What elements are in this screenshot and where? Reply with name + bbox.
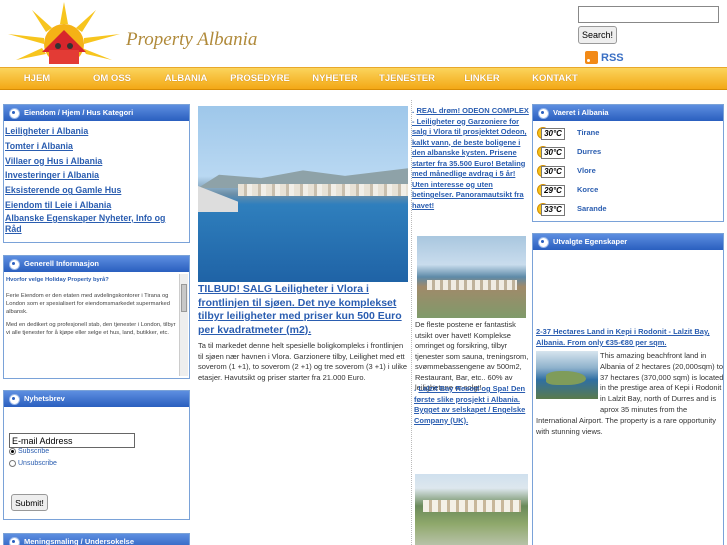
sun-icon: 33°C xyxy=(537,201,567,218)
survey-box: Meningsmaling / Undersokelse xyxy=(3,533,190,545)
news-link[interactable]: REAL drøm! ODEON COMPLEX - Leiligheter o… xyxy=(412,106,529,210)
email-field[interactable] xyxy=(9,433,135,448)
sun-icon: 29°C xyxy=(537,182,567,199)
general-info-content: Hvorfor velge Holiday Property byrå? Fer… xyxy=(4,273,178,377)
selected-properties-box: Utvalgte Egenskaper 2-37 Hectares Land i… xyxy=(532,233,724,545)
weather-city[interactable]: Vlore xyxy=(577,166,596,175)
info-scrollbar[interactable] xyxy=(179,274,188,376)
property-title-link[interactable]: 2-37 Hectares Land in Kepi i Rodonit - L… xyxy=(536,327,726,349)
nav-item-prosedyre[interactable]: PROSEDYRE xyxy=(224,68,296,89)
news-photo[interactable] xyxy=(417,236,526,318)
weather-temp: 30°C xyxy=(541,166,565,178)
selected-properties-title: Utvalgte Egenskaper xyxy=(533,234,723,250)
weather-city[interactable]: Korce xyxy=(577,185,598,194)
logo-text: Property Albania xyxy=(126,29,258,50)
nav-item-om-oss[interactable]: OM OSS xyxy=(84,68,140,89)
news-item: . Lalzit Bay Resort og Spa! Den første s… xyxy=(414,384,530,426)
category-link-villaer[interactable]: Villaer og Hus i Albania xyxy=(4,154,189,169)
category-link-leie[interactable]: Eiendom til Leie i Albania xyxy=(4,198,189,213)
news-photo[interactable] xyxy=(415,474,528,545)
nav-item-linker[interactable]: LINKER xyxy=(456,68,508,89)
featured-photo[interactable] xyxy=(198,106,408,282)
unsubscribe-label: Unsubscribe xyxy=(18,460,57,467)
news-link[interactable]: Lalzit Bay Resort og Spa! Den første sli… xyxy=(414,384,525,425)
category-link-eksisterende[interactable]: Eksisterende og Gamle Hus xyxy=(4,183,189,198)
category-link-nyheter[interactable]: Albanske Egenskaper Nyheter, Info og Råd xyxy=(4,213,184,235)
weather-row: 30°C Vlore xyxy=(533,162,723,181)
weather-row: 33°C Sarande xyxy=(533,200,723,219)
sun-house-logo-icon xyxy=(8,2,120,64)
rss-label: RSS xyxy=(601,51,624,64)
weather-temp: 33°C xyxy=(541,204,565,216)
unsubscribe-radio[interactable] xyxy=(9,460,16,467)
weather-row: 29°C Korce xyxy=(533,181,723,200)
nav-item-tjenester[interactable]: TJENESTER xyxy=(372,68,442,89)
info-question: Hvorfor velge Holiday Property byrå? xyxy=(6,277,109,283)
property-description: This amazing beachfront land in Albania … xyxy=(536,351,725,437)
main-nav: HJEM OM OSS ALBANIA PROSEDYRE NYHETER TJ… xyxy=(0,67,727,90)
subscribe-option[interactable]: Subscribe xyxy=(9,448,49,455)
nav-item-albania[interactable]: ALBANIA xyxy=(158,68,214,89)
category-list: Leiligheter i Albania Tomter i Albania V… xyxy=(4,121,189,235)
unsubscribe-option[interactable]: Unsubscribe xyxy=(9,460,57,467)
info-paragraph: Med en dedikert og profesjonell stab, de… xyxy=(6,322,176,336)
news-column: . REAL drøm! ODEON COMPLEX - Leiligheter… xyxy=(412,106,530,234)
newsletter-box: Nyhetsbrev Subscribe Unsubscribe Submit! xyxy=(3,390,190,520)
info-paragraph: Ferie Eiendom er den etaten med avdeling… xyxy=(6,293,171,315)
newsletter-title: Nyhetsbrev xyxy=(4,391,189,407)
category-link-investeringer[interactable]: Investeringer i Albania xyxy=(4,168,189,183)
general-info-box: Generell Informasjon Hvorfor velge Holid… xyxy=(3,255,190,379)
category-link-tomter[interactable]: Tomter i Albania xyxy=(4,139,189,154)
weather-city[interactable]: Tirane xyxy=(577,128,599,137)
sun-icon: 30°C xyxy=(537,125,567,142)
weather-temp: 30°C xyxy=(541,147,565,159)
weather-row: 30°C Tirane xyxy=(533,124,723,143)
featured-title-link[interactable]: TILBUD! SALG Leiligheter i Vlora i front… xyxy=(198,283,412,337)
survey-title: Meningsmaling / Undersokelse xyxy=(4,534,189,545)
nav-item-kontakt[interactable]: KONTAKT xyxy=(526,68,584,89)
rss-link[interactable]: RSS xyxy=(585,51,624,64)
pier-shape xyxy=(198,186,238,212)
site-logo[interactable]: Property Albania xyxy=(2,0,272,66)
subscribe-radio[interactable] xyxy=(9,448,16,455)
news-item: . REAL drøm! ODEON COMPLEX - Leiligheter… xyxy=(412,106,530,234)
weather-temp: 29°C xyxy=(541,185,565,197)
featured-body: Ta til markedet denne helt spesielle bol… xyxy=(198,341,408,382)
weather-title: Vaeret i Albania xyxy=(533,105,723,121)
category-box-title: Eiendom / Hjem / Hus Kategori xyxy=(4,105,189,121)
town-shape xyxy=(238,184,408,196)
submit-button[interactable]: Submit! xyxy=(11,494,48,511)
weather-city[interactable]: Durres xyxy=(577,147,601,156)
page: Property Albania Search! RSS HJEM OM OSS… xyxy=(0,0,727,545)
rss-icon xyxy=(585,51,598,64)
subscribe-label: Subscribe xyxy=(18,448,50,455)
search-input[interactable] xyxy=(578,6,719,23)
weather-city[interactable]: Sarande xyxy=(577,204,607,213)
scroll-thumb[interactable] xyxy=(181,284,187,312)
sun-icon: 30°C xyxy=(537,144,567,161)
weather-row: 30°C Durres xyxy=(533,143,723,162)
news-body: De fleste postene er fantastisk utsikt o… xyxy=(415,320,529,392)
sun-icon: 30°C xyxy=(537,163,567,180)
nav-item-nyheter[interactable]: NYHETER xyxy=(306,68,364,89)
category-box: Eiendom / Hjem / Hus Kategori Leilighete… xyxy=(3,104,190,243)
category-link-leiligheter[interactable]: Leiligheter i Albania xyxy=(4,124,189,139)
weather-box: Vaeret i Albania 30°C Tirane 30°C Durres… xyxy=(532,104,724,222)
general-info-title: Generell Informasjon xyxy=(4,256,189,272)
nav-item-hjem[interactable]: HJEM xyxy=(14,68,60,89)
weather-temp: 30°C xyxy=(541,128,565,140)
search-button[interactable]: Search! xyxy=(578,26,617,44)
